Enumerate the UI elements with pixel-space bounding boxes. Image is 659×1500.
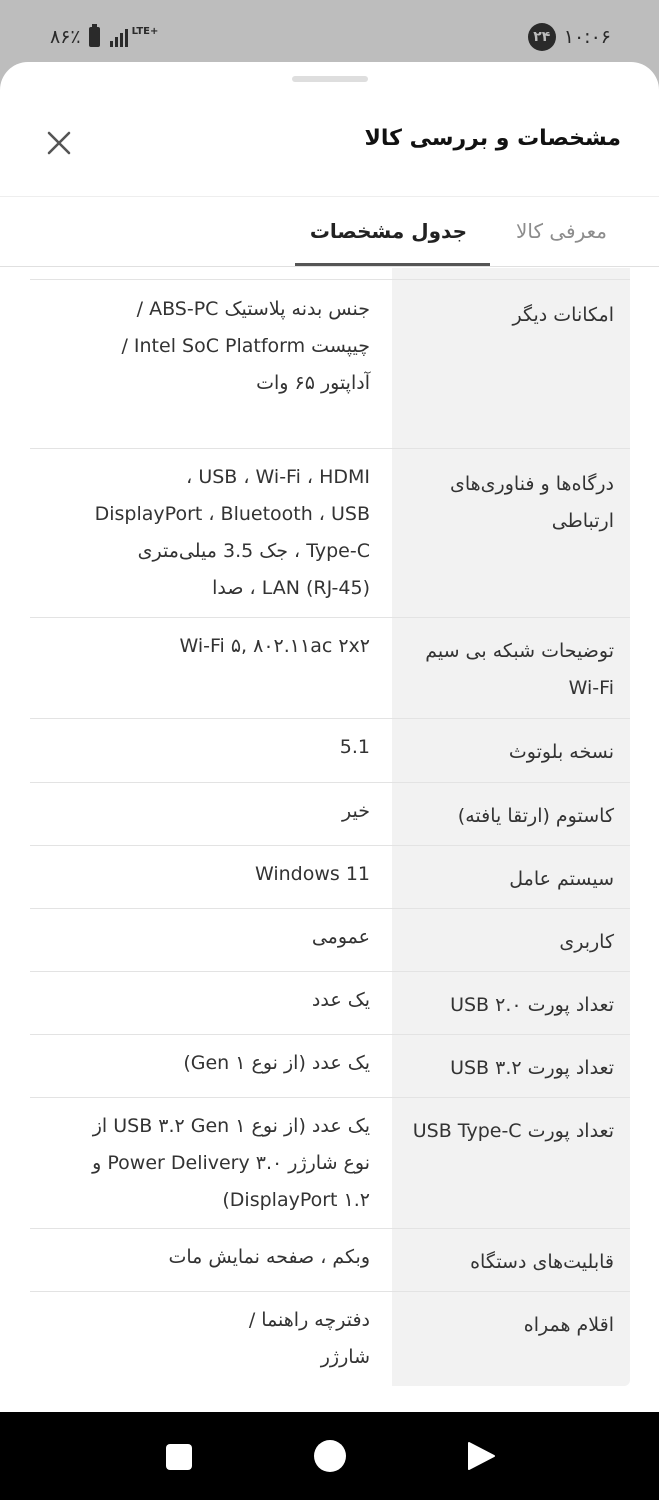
spec-label: تعداد پورت USB ۲.۰ [450,994,614,1016]
tab-bar: معرفی کالا جدول مشخصات [0,197,659,267]
table-row: تعداد پورت USB Type-C یک عدد (از نوع USB… [30,1099,630,1229]
status-right-group: ۲۴ ۱۰:۰۶ [527,22,611,52]
spec-value: Windows 11 [254,863,370,885]
spec-label: درگاه‌ها و فناوری‌های ارتباطی [450,473,614,532]
spec-label: قابلیت‌های دستگاه [470,1251,614,1273]
system-navigation-bar [0,1412,659,1500]
spec-label: نسخه بلوتوث [508,741,614,763]
tabs-divider [0,266,659,267]
close-icon[interactable] [44,128,74,158]
battery-icon [88,24,100,47]
spec-value: یک عدد [311,989,370,1011]
spec-label: توضیحات شبکه بی سیم Wi-Fi [425,640,614,699]
spec-value: جنس بدنه پلاستیک ABS-PC / چیپست Intel So… [121,298,370,394]
status-left-group: ۸۶٪ LTE+ [50,22,158,52]
spec-label: سیستم عامل [509,868,614,890]
spec-value: یک عدد (از نوع USB ۳.۲ Gen ۱ از نوع شارژ… [92,1115,370,1211]
spec-label: کاستوم (ارتقا یافته) [457,805,614,827]
table-row: امکانات دیگر جنس بدنه پلاستیک ABS-PC / چ… [30,281,630,449]
table-row: قابلیت‌های دستگاه وبکم ، صفحه نمایش مات [30,1230,630,1292]
tab-spec-table[interactable]: جدول مشخصات [310,219,467,243]
spec-value: 5.1 [339,736,370,758]
spec-value: وبکم ، صفحه نمایش مات [168,1246,370,1268]
table-row: توضیحات شبکه بی سیم Wi-Fi Wi-Fi ۵, ۸۰۲.۱… [30,619,630,719]
sheet-header: مشخصات و بررسی کالا [0,112,659,182]
spec-value: عمومی [311,926,370,948]
notification-badge: ۲۴ [527,23,556,51]
table-row: تعداد پورت USB ۲.۰ یک عدد [30,973,630,1035]
drag-handle[interactable] [292,76,368,82]
recent-apps-icon[interactable] [166,1444,192,1470]
table-row: سیستم عامل Windows 11 [30,847,630,909]
tab-product-intro[interactable]: معرفی کالا [516,219,607,243]
spec-value: دفترچه راهنما / شارژر [248,1309,370,1368]
clock: ۱۰:۰۶ [563,26,611,48]
sheet-title: مشخصات و بررسی کالا [364,126,621,151]
table-row: نسخه بلوتوث 5.1 [30,720,630,783]
spec-label: امکانات دیگر [512,304,614,326]
signal-icon [109,27,128,47]
spec-value: Wi-Fi ۵, ۸۰۲.۱۱ac ۲x۲ [179,635,370,657]
spec-label: اقلام همراه [523,1314,614,1336]
spec-value: USB ، Wi-Fi ، HDMI ، DisplayPort ، Bluet… [94,466,370,599]
spec-value: یک عدد (از نوع Gen ۱) [183,1052,370,1074]
table-row-partial [30,268,630,280]
table-row: تعداد پورت USB ۳.۲ یک عدد (از نوع Gen ۱) [30,1036,630,1098]
spec-label: تعداد پورت USB ۳.۲ [450,1057,614,1079]
spec-label: تعداد پورت USB Type-C [412,1120,614,1142]
spec-table: امکانات دیگر جنس بدنه پلاستیک ABS-PC / چ… [30,268,630,1386]
spec-value: خیر [342,800,370,822]
home-icon[interactable] [314,1440,346,1472]
table-row: درگاه‌ها و فناوری‌های ارتباطی USB ، Wi-F… [30,450,630,618]
table-row: اقلام همراه دفترچه راهنما / شارژر [30,1293,630,1386]
spec-label: کاربری [559,931,614,953]
back-icon[interactable] [466,1441,496,1471]
table-row: کاربری عمومی [30,910,630,972]
specs-bottom-sheet: مشخصات و بررسی کالا معرفی کالا جدول مشخص… [0,62,659,1412]
battery-percent: ۸۶٪ [50,26,81,48]
table-row: کاستوم (ارتقا یافته) خیر [30,784,630,846]
network-type: LTE+ [131,26,159,37]
